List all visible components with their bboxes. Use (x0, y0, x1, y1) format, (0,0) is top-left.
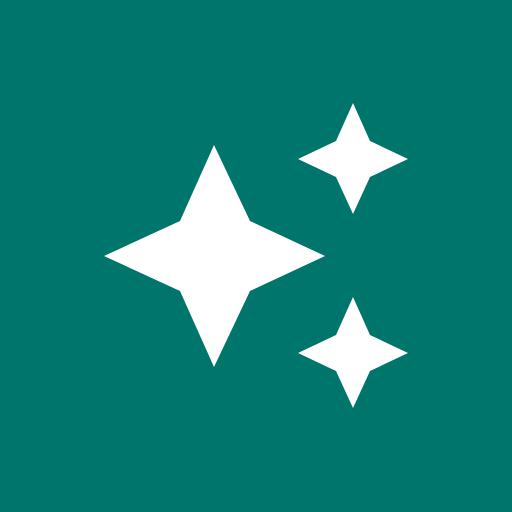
top-small-sparkle-shape (298, 103, 408, 214)
sparkles-icon (104, 103, 408, 408)
bottom-small-sparkle-shape (298, 297, 408, 408)
sparkles-app-icon (0, 0, 512, 512)
large-sparkle-shape (104, 145, 325, 367)
